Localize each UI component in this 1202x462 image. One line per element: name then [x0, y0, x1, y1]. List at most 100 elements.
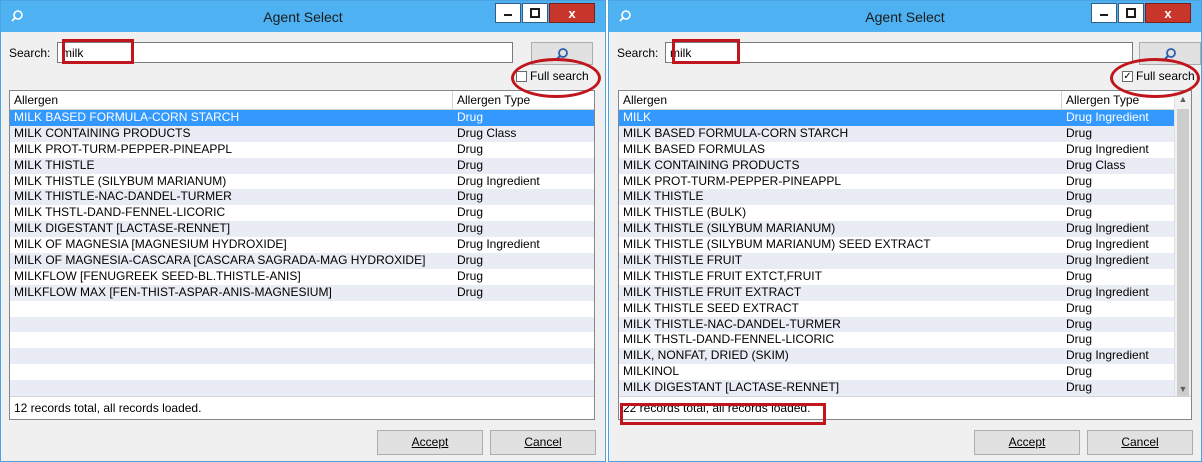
list-item[interactable]: MILK THISTLE (BULK) Drug — [619, 205, 1174, 221]
dialog-body: Search: Full search Allergen Allergen Ty… — [1, 32, 605, 461]
list-item[interactable]: MILK THISTLE (SILYBUM MARIANUM) Drug Ingr… — [10, 174, 594, 190]
allergen-type: Drug — [1066, 364, 1093, 379]
allergen-type: Drug Ingredient — [457, 173, 540, 188]
search-label-text: Search: — [617, 46, 659, 60]
list-item[interactable]: MILK DIGESTANT [LACTASE-RENNET] Drug — [619, 380, 1174, 397]
allergen-name: MILK BASED FORMULA-CORN STARCH — [623, 125, 849, 140]
allergen-name: MILK THSTL-DAND-FENNEL-LICORIC — [623, 332, 835, 347]
list-header: Allergen Allergen Type — [619, 91, 1191, 110]
list-item[interactable]: MILK CONTAINING PRODUCTS Drug Class — [10, 125, 594, 142]
allergen-name: MILK THISTLE — [14, 157, 95, 172]
close-button[interactable]: x — [1145, 3, 1191, 23]
column-header-allergen-type[interactable]: Allergen Type — [1066, 93, 1139, 107]
list-item[interactable]: MILK THISTLE-NAC-DANDEL-TURMER Drug — [619, 316, 1174, 333]
list-item[interactable]: MILK THSTL-DAND-FENNEL-LICORIC Drug — [619, 332, 1174, 348]
accept-button[interactable]: Accept — [974, 430, 1080, 455]
allergen-type: Drug — [1066, 125, 1093, 140]
column-header-allergen-type[interactable]: Allergen Type — [457, 93, 530, 107]
empty-row — [10, 316, 594, 333]
allergen-type: Drug — [457, 284, 484, 299]
allergen-name: MILKFLOW MAX [FEN-THIST-ASPAR-ANIS-MAGNE… — [14, 284, 332, 299]
list-item[interactable]: MILK THISTLE FRUIT Drug Ingredient — [619, 253, 1174, 269]
allergen-name: MILK THISTLE (SILYBUM MARIANUM) — [14, 173, 227, 188]
list-item[interactable]: MILK BASED FORMULA-CORN STARCH Drug — [619, 125, 1174, 142]
allergen-name: MILK THISTLE SEED EXTRACT — [623, 300, 799, 315]
minimize-button[interactable] — [1091, 3, 1117, 23]
maximize-icon — [530, 8, 540, 18]
allergen-name: MILK BASED FORMULAS — [623, 141, 766, 156]
accept-button[interactable]: Accept — [377, 430, 483, 455]
list-item[interactable]: MILK BASED FORMULA-CORN STARCH Drug — [10, 110, 594, 126]
scroll-down-icon[interactable]: ▼ — [1175, 381, 1191, 397]
close-icon: x — [1164, 5, 1172, 21]
allergen-type: Drug Class — [1066, 157, 1126, 172]
list-item[interactable]: MILK THISTLE-NAC-DANDEL-TURMER Drug — [10, 189, 594, 206]
cancel-label: Cancel — [524, 435, 562, 449]
list-item[interactable]: MILK BASED FORMULAS Drug Ingredient — [619, 142, 1174, 158]
empty-row — [10, 348, 594, 365]
search-label-text: Search: — [9, 46, 51, 60]
search-highlight-box — [62, 39, 134, 64]
allergen-type: Drug — [457, 141, 484, 156]
list-item[interactable]: MILK, NONFAT, DRIED (SKIM) Drug Ingredien… — [619, 348, 1174, 365]
list-item[interactable]: MILK OF MAGNESIA [MAGNESIUM HYDROXIDE] Dr… — [10, 237, 594, 253]
maximize-button[interactable] — [1118, 3, 1144, 23]
vertical-scrollbar[interactable]: ▲ ▼ — [1174, 91, 1191, 409]
list-rows: MILK Drug Ingredient MILK BASED FORMULA-CO… — [619, 110, 1174, 412]
list-item[interactable]: MILKINOL Drug — [619, 364, 1174, 380]
list-item[interactable]: MILK THSTL-DAND-FENNEL-LICORIC Drug — [10, 205, 594, 221]
list-item[interactable]: MILK THISTLE Drug — [10, 157, 594, 174]
allergen-type: Drug — [1066, 316, 1093, 331]
accept-label: Accept — [1008, 435, 1046, 449]
allergen-name: MILK THISTLE (SILYBUM MARIANUM) SEED EXT… — [623, 237, 931, 252]
cancel-button[interactable]: Cancel — [1087, 430, 1193, 455]
allergen-name: MILKFLOW [FENUGREEK SEED-BL.THISTLE-ANIS… — [14, 268, 301, 283]
status-bar: 12 records total, all records loaded. — [10, 396, 594, 419]
allergen-type: Drug Ingredient — [1066, 221, 1149, 236]
title-bar: Agent Select x — [609, 1, 1201, 32]
cancel-button[interactable]: Cancel — [490, 430, 596, 455]
allergen-type: Drug — [1066, 205, 1093, 220]
scroll-thumb[interactable] — [1177, 109, 1189, 409]
list-item[interactable]: MILK THISTLE FRUIT EXTCT,FRUIT Drug — [619, 269, 1174, 285]
maximize-icon — [1126, 8, 1136, 18]
allergen-type: Drug Ingredient — [1066, 284, 1149, 299]
allergen-type: Drug — [457, 110, 484, 124]
minimize-icon — [1100, 14, 1108, 16]
allergen-name: MILK BASED FORMULA-CORN STARCH — [14, 110, 240, 124]
list-item[interactable]: MILK Drug Ingredient — [619, 110, 1174, 126]
close-icon: x — [568, 5, 576, 21]
allergen-type: Drug — [1066, 189, 1093, 204]
allergen-name: MILK PROT-TURM-PEPPER-PINEAPPL — [623, 173, 842, 188]
allergen-name: MILKINOL — [623, 364, 680, 379]
list-item[interactable]: MILK THISTLE (SILYBUM MARIANUM) Drug Ingr… — [619, 221, 1174, 238]
close-button[interactable]: x — [549, 3, 595, 23]
allergen-type: Drug — [457, 189, 484, 204]
list-item[interactable]: MILK DIGESTANT [LACTASE-RENNET] Drug — [10, 221, 594, 238]
title-bar: Agent Select x — [1, 1, 605, 32]
list-item[interactable]: MILKFLOW [FENUGREEK SEED-BL.THISTLE-ANIS… — [10, 269, 594, 285]
allergen-type: Drug — [1066, 268, 1093, 283]
column-header-allergen[interactable]: Allergen — [623, 93, 667, 107]
list-item[interactable]: MILK THISTLE Drug — [619, 189, 1174, 206]
list-item[interactable]: MILK CONTAINING PRODUCTS Drug Class — [619, 157, 1174, 174]
allergen-name: MILK THISTLE-NAC-DANDEL-TURMER — [623, 316, 841, 331]
allergen-list: Allergen Allergen Type MILK BASED FORMUL… — [9, 90, 595, 420]
status-highlight-box — [620, 403, 826, 425]
list-item[interactable]: MILK THISTLE FRUIT EXTRACT Drug Ingredien… — [619, 284, 1174, 301]
list-item[interactable]: MILK PROT-TURM-PEPPER-PINEAPPL Drug — [10, 142, 594, 158]
list-item[interactable]: MILK THISTLE SEED EXTRACT Drug — [619, 301, 1174, 317]
column-header-allergen[interactable]: Allergen — [14, 93, 58, 107]
list-item[interactable]: MILKFLOW MAX [FEN-THIST-ASPAR-ANIS-MAGNE… — [10, 284, 594, 301]
list-rows: MILK BASED FORMULA-CORN STARCH Drug MILK C… — [10, 110, 594, 397]
minimize-button[interactable] — [495, 3, 521, 23]
list-item[interactable]: MILK THISTLE (SILYBUM MARIANUM) SEED EXT… — [619, 237, 1174, 253]
allergen-name: MILK THISTLE (BULK) — [623, 205, 747, 220]
allergen-type: Drug — [1066, 300, 1093, 315]
list-item[interactable]: MILK PROT-TURM-PEPPER-PINEAPPL Drug — [619, 174, 1174, 190]
full-search-highlight-ellipse — [1110, 58, 1200, 98]
allergen-type: Drug Ingredient — [1066, 253, 1149, 268]
list-item[interactable]: MILK OF MAGNESIA-CASCARA [CASCARA SAGRAD… — [10, 253, 594, 269]
full-search-highlight-ellipse — [511, 58, 601, 98]
maximize-button[interactable] — [522, 3, 548, 23]
